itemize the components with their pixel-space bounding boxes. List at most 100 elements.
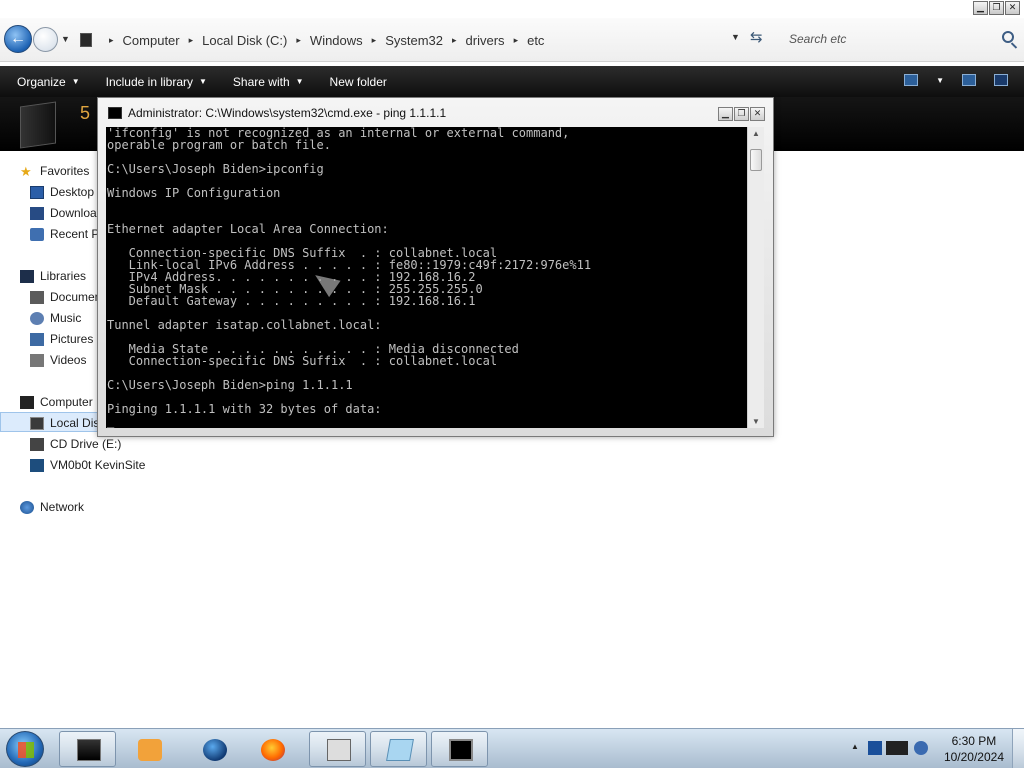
pictures-icon (30, 332, 44, 346)
include-in-library-button[interactable]: Include in library ▼ (97, 75, 216, 89)
new-folder-button[interactable]: New folder (321, 75, 396, 89)
nav-item-music[interactable]: Music (30, 309, 81, 327)
chevron-right-icon[interactable]: ▸ (189, 35, 194, 46)
nav-label: Pictures (50, 332, 94, 346)
change-view-icon[interactable] (904, 74, 919, 86)
recent-places-icon (30, 227, 44, 241)
document-icon (327, 739, 351, 761)
chevron-down-icon: ▼ (199, 77, 207, 86)
nav-label: CD Drive (E:) (50, 437, 122, 451)
libraries-icon (20, 269, 34, 283)
nav-label: Libraries (40, 269, 87, 283)
scroll-down-icon[interactable]: ▼ (752, 417, 760, 426)
breadcrumb-drivers[interactable]: drivers (466, 33, 505, 48)
address-bar-row: ← ▼ ▸ Computer ▸ Local Disk (C:) ▸ Windo… (0, 18, 1024, 62)
item-count: 5 (80, 103, 91, 123)
breadcrumb-windows[interactable]: Windows (310, 33, 363, 48)
share-with-button[interactable]: Share with ▼ (224, 75, 313, 89)
taskbar-document-button[interactable] (309, 731, 366, 767)
music-icon (30, 311, 44, 325)
search-input[interactable]: Search etc (780, 27, 1022, 51)
nav-label: VM0b0t KevinSite (50, 458, 146, 472)
chevron-right-icon[interactable]: ▸ (452, 35, 457, 46)
help-icon[interactable] (994, 74, 1008, 86)
back-arrow-icon[interactable]: ← (4, 25, 32, 53)
organize-button[interactable]: Organize ▼ (8, 75, 89, 89)
clock[interactable]: 6:30 PM 10/20/2024 (944, 733, 1004, 765)
nav-label: Computer (40, 395, 93, 409)
start-button[interactable] (6, 731, 44, 767)
videos-icon (30, 353, 44, 367)
nav-item-cd-drive[interactable]: CD Drive (E:) (30, 435, 121, 453)
nav-item-network[interactable]: Network (20, 498, 84, 516)
chevron-right-icon[interactable]: ▸ (372, 35, 377, 46)
console-output-area[interactable]: 'ifconfig' is not recognized as an inter… (106, 127, 747, 428)
refresh-icon[interactable]: ⇆ (750, 28, 763, 46)
folder-icon (80, 33, 92, 47)
cmd-icon (449, 739, 473, 761)
nav-item-videos[interactable]: Videos (30, 351, 86, 369)
nav-item-pictures[interactable]: Pictures (30, 330, 93, 348)
cmd-window[interactable]: Administrator: C:\Windows\system32\cmd.e… (97, 97, 774, 437)
cmd-minimize-button[interactable]: ▁ (718, 107, 733, 121)
taskbar-firefox-button[interactable] (243, 731, 300, 767)
clock-date: 10/20/2024 (943, 750, 1004, 764)
chevron-right-icon[interactable]: ▸ (514, 35, 519, 46)
chevron-right-icon[interactable]: ▸ (296, 35, 301, 46)
explorer-icon (77, 739, 101, 761)
nav-item-desktop[interactable]: Desktop (30, 183, 94, 201)
search-icon[interactable] (1002, 31, 1014, 43)
computer-icon (20, 395, 34, 409)
action-center-icon[interactable] (868, 741, 882, 755)
navigation-pane: ★ Favorites Desktop Downloads Recent Pla… (0, 151, 145, 728)
minimize-button[interactable]: ▁ (973, 1, 988, 15)
breadcrumb-local-disk[interactable]: Local Disk (C:) (202, 33, 287, 48)
network-tray-icon[interactable] (886, 741, 908, 755)
taskbar-media-player-button[interactable] (120, 731, 177, 767)
cmd-title-bar[interactable]: Administrator: C:\Windows\system32\cmd.e… (108, 106, 446, 120)
hard-disk-icon (30, 416, 44, 430)
nav-item-favorites[interactable]: ★ Favorites (20, 162, 89, 180)
show-hidden-icons-icon[interactable]: ▲ (851, 742, 859, 751)
vertical-scrollbar[interactable]: ▲ ▼ (747, 127, 764, 428)
desktop-icon (30, 185, 44, 199)
command-bar: Organize ▼ Include in library ▼ Share wi… (0, 66, 1024, 97)
recent-pages-dropdown[interactable]: ▼ (61, 34, 70, 44)
nav-item-libraries[interactable]: Libraries (20, 267, 86, 285)
preview-pane-icon[interactable] (962, 74, 976, 86)
close-button[interactable]: ✕ (1005, 1, 1020, 15)
breadcrumb[interactable]: ▸ Computer ▸ Local Disk (C:) ▸ Windows ▸… (80, 29, 770, 51)
volume-icon[interactable] (914, 741, 928, 755)
cmd-maximize-button[interactable]: ❐ (734, 107, 749, 121)
cmd-close-button[interactable]: ✕ (750, 107, 765, 121)
explorer-window-controls: ▁ ❐ ✕ (973, 1, 1020, 15)
show-desktop-button[interactable] (1012, 729, 1024, 768)
globe-icon (203, 739, 227, 761)
media-player-icon (138, 739, 162, 761)
maximize-button[interactable]: ❐ (989, 1, 1004, 15)
scroll-up-icon[interactable]: ▲ (752, 129, 760, 138)
share-with-label: Share with (232, 74, 290, 89)
taskbar-cmd-button[interactable] (431, 731, 488, 767)
chevron-down-icon: ▼ (295, 77, 304, 86)
chevron-down-icon[interactable]: ▼ (936, 76, 944, 85)
breadcrumb-etc[interactable]: etc (527, 33, 544, 48)
notepad-icon (386, 739, 414, 761)
documents-icon (30, 290, 44, 304)
chevron-down-icon: ▼ (71, 77, 80, 86)
nav-label: Favorites (40, 164, 90, 178)
chevron-right-icon[interactable]: ▸ (109, 35, 114, 46)
forward-arrow-icon[interactable] (33, 27, 58, 52)
star-icon: ★ (20, 163, 32, 179)
scroll-thumb[interactable] (750, 149, 762, 171)
taskbar: ▲ 6:30 PM 10/20/2024 (0, 728, 1024, 768)
network-drive-icon (30, 458, 44, 472)
breadcrumb-system32[interactable]: System32 (385, 33, 443, 48)
taskbar-notepad-button[interactable] (370, 731, 427, 767)
nav-item-network-drive[interactable]: VM0b0t KevinSite (30, 456, 145, 474)
breadcrumb-computer[interactable]: Computer (123, 33, 180, 48)
taskbar-explorer-button[interactable] (59, 731, 116, 767)
nav-item-computer[interactable]: Computer (20, 393, 93, 411)
address-dropdown-icon[interactable]: ▼ (731, 32, 740, 42)
taskbar-browser-button[interactable] (185, 731, 242, 767)
